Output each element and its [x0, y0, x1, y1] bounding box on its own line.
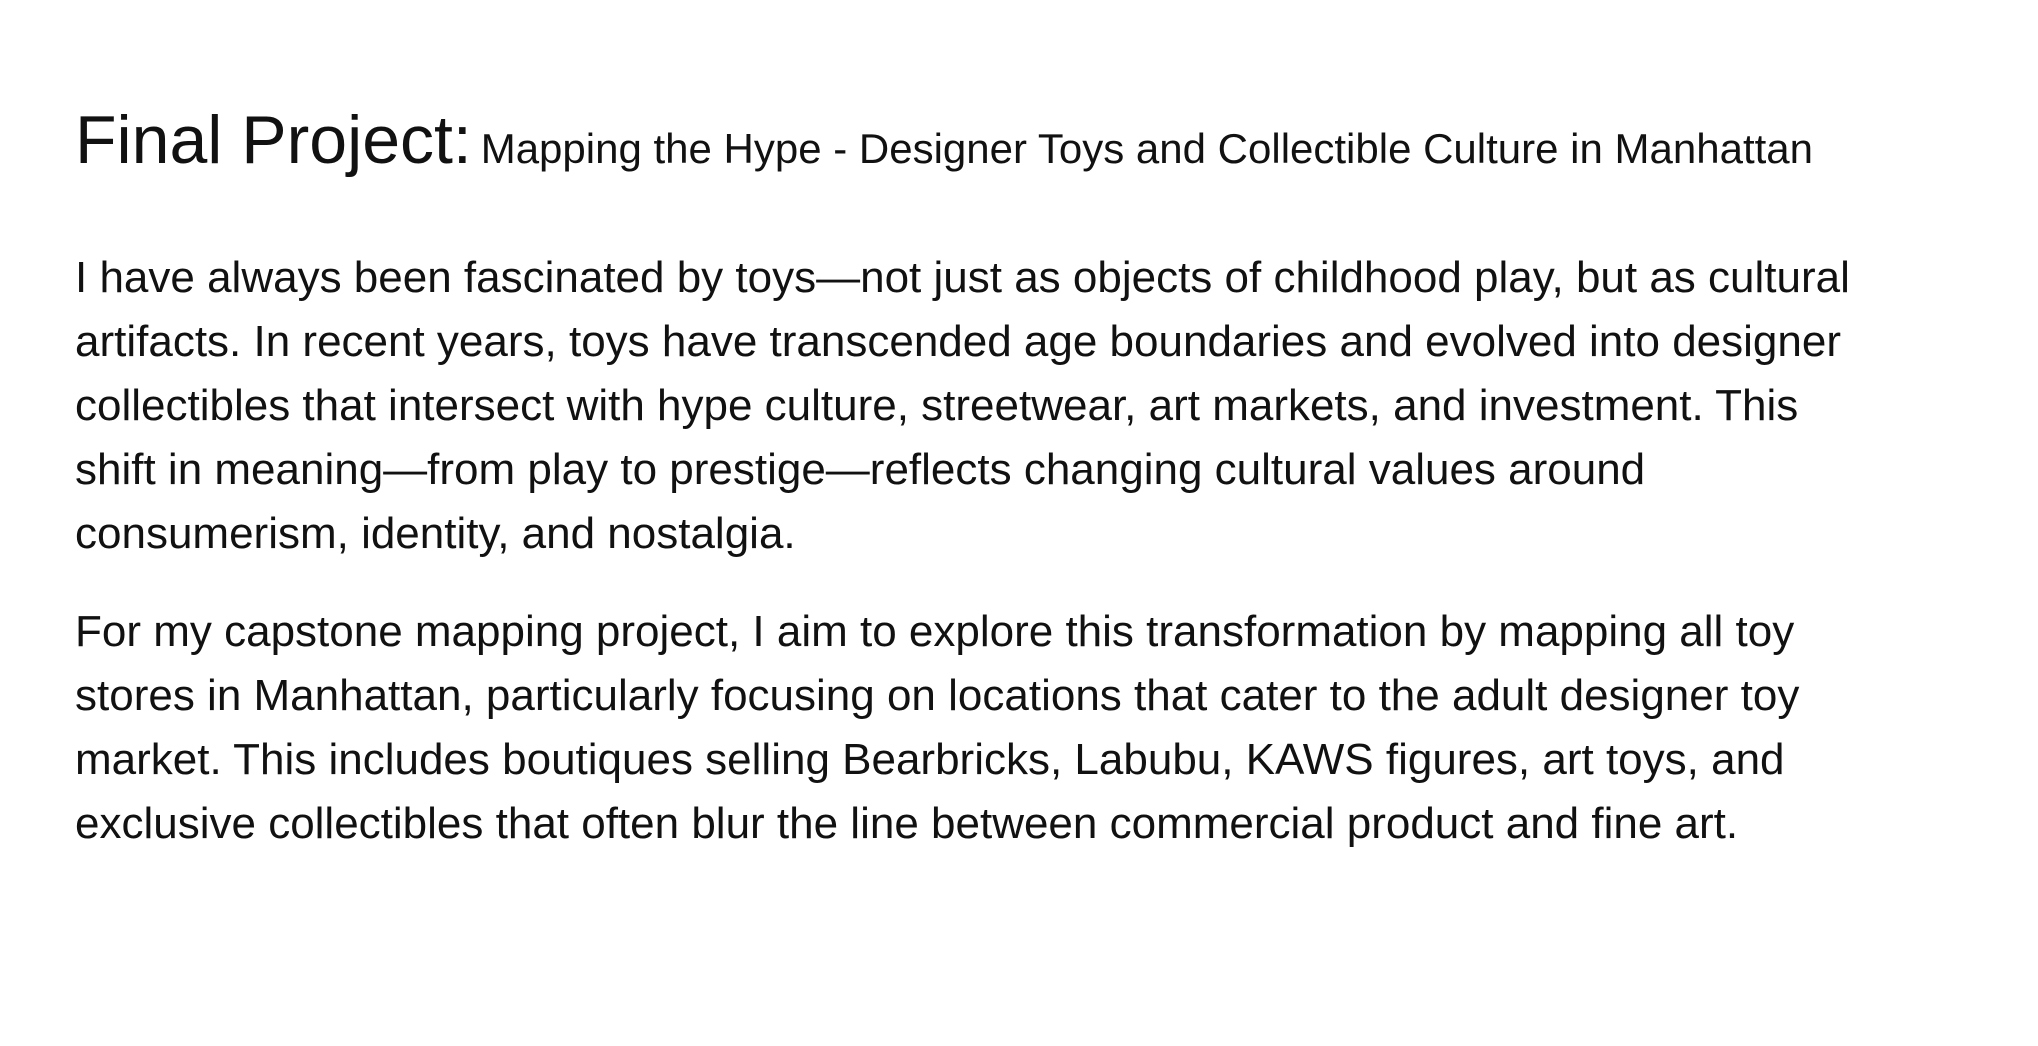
paragraph-line: artifacts. In recent years, toys have tr…: [75, 316, 1841, 366]
page-title: Final Project: Mapping the Hype - Design…: [75, 100, 2035, 182]
paragraph-intro: I have always been fascinated by toys—no…: [75, 246, 2035, 566]
document-page: Final Project: Mapping the Hype - Design…: [75, 100, 2035, 856]
paragraph-project-scope: For my capstone mapping project, I aim t…: [75, 600, 2035, 856]
paragraph-line: consumerism, identity, and nostalgia.: [75, 508, 796, 558]
title-subtitle: Mapping the Hype - Designer Toys and Col…: [480, 125, 1813, 172]
paragraph-line: shift in meaning—from play to prestige—r…: [75, 444, 1646, 494]
paragraph-line: stores in Manhattan, particularly focusi…: [75, 670, 1800, 720]
title-main: Final Project:: [75, 102, 472, 178]
paragraph-line: collectibles that intersect with hype cu…: [75, 380, 1799, 430]
paragraph-line: I have always been fascinated by toys—no…: [75, 252, 1850, 302]
paragraph-line: exclusive collectibles that often blur t…: [75, 798, 1739, 848]
paragraph-line: market. This includes boutiques selling …: [75, 734, 1785, 784]
paragraph-line: For my capstone mapping project, I aim t…: [75, 606, 1795, 656]
